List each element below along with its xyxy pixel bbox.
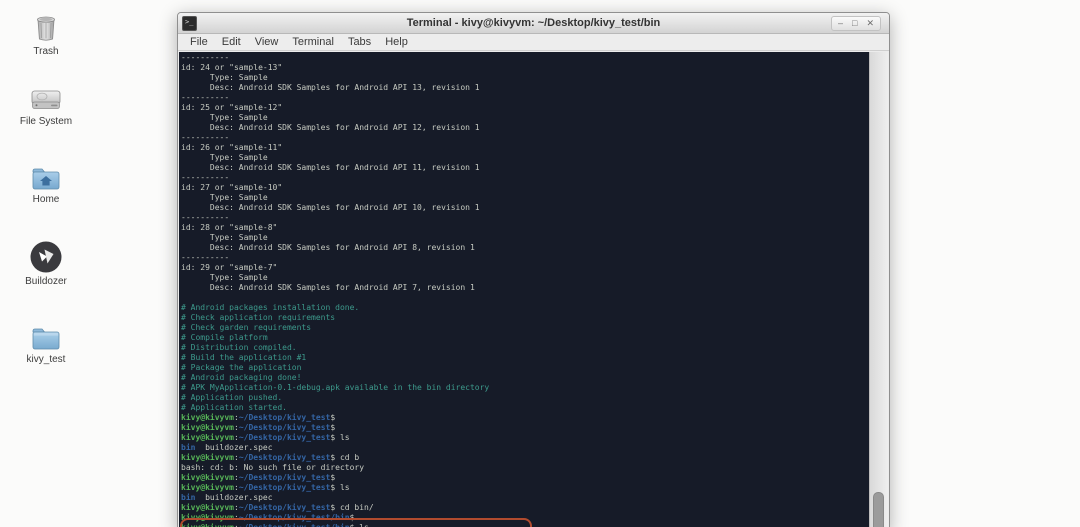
minimize-button[interactable]: – xyxy=(838,18,843,29)
terminal-line: # Application started. xyxy=(181,403,287,412)
terminal-line: ---------- xyxy=(181,93,230,102)
terminal-line: kivy@kivyvm:~/Desktop/kivy_test/bin$ xyxy=(181,513,355,522)
menu-edit[interactable]: Edit xyxy=(215,36,248,48)
terminal-app-icon xyxy=(182,15,197,31)
terminal-line: Desc: Android SDK Samples for Android AP… xyxy=(181,203,480,212)
terminal-line: kivy@kivyvm:~/Desktop/kivy_test$ cd b xyxy=(181,453,360,462)
terminal-line: # Check application requirements xyxy=(181,313,336,322)
scrollbar-thumb[interactable] xyxy=(873,492,884,527)
terminal-line: Desc: Android SDK Samples for Android AP… xyxy=(181,163,480,172)
terminal-line: kivy@kivyvm:~/Desktop/kivy_test/bin$ ls xyxy=(181,523,869,527)
scrollbar[interactable] xyxy=(869,52,888,527)
terminal-line: # Android packages installation done. xyxy=(181,303,360,312)
terminal-line: id: 24 or "sample-13" xyxy=(181,63,283,72)
menu-help[interactable]: Help xyxy=(378,36,415,48)
terminal-line: kivy@kivyvm:~/Desktop/kivy_test$ ls xyxy=(181,483,350,492)
terminal-line: # APK MyApplication-0.1-debug.apk availa… xyxy=(181,383,490,392)
terminal-line: ---------- xyxy=(181,213,230,222)
menu-view[interactable]: View xyxy=(248,36,286,48)
desktop-icon-buildozer[interactable]: Buildozer xyxy=(6,240,86,287)
home-folder-icon xyxy=(32,168,60,190)
terminal-line: # Application pushed. xyxy=(181,393,283,402)
maximize-button[interactable]: □ xyxy=(852,18,857,29)
menu-terminal[interactable]: Terminal xyxy=(285,36,341,48)
terminal-line: id: 26 or "sample-11" xyxy=(181,143,283,152)
desktop-icon-home[interactable]: Home xyxy=(6,164,86,205)
terminal-line: kivy@kivyvm:~/Desktop/kivy_test$ xyxy=(181,423,336,432)
terminal-line: kivy@kivyvm:~/Desktop/kivy_test$ cd bin/ xyxy=(181,503,374,512)
terminal-line: # Build the application #1 xyxy=(181,353,307,362)
menu-tabs[interactable]: Tabs xyxy=(341,36,378,48)
terminal-line: Type: Sample xyxy=(181,193,268,202)
trash-icon xyxy=(36,16,56,41)
terminal-area: ---------- id: 24 or "sample-13" Type: Sa… xyxy=(179,52,888,527)
terminal-line: Desc: Android SDK Samples for Android AP… xyxy=(181,83,480,92)
window-title: Terminal - kivy@kivyvm: ~/Desktop/kivy_t… xyxy=(406,17,661,29)
terminal-line: bash: cd: b: No such file or directory xyxy=(181,463,365,472)
close-button[interactable]: ✕ xyxy=(866,18,874,29)
terminal-line: id: 28 or "sample-8" xyxy=(181,223,278,232)
terminal-line: # Package the application xyxy=(181,363,302,372)
terminal-line: bin buildozer.spec xyxy=(181,493,273,502)
terminal-line: Desc: Android SDK Samples for Android AP… xyxy=(181,283,475,292)
desktop-icon-kivy-test[interactable]: kivy_test xyxy=(6,324,86,365)
terminal-line: # Distribution compiled. xyxy=(181,343,297,352)
folder-icon xyxy=(32,328,60,350)
terminal-line: ---------- xyxy=(181,253,230,262)
terminal-line: ---------- xyxy=(181,53,230,62)
terminal-line: kivy@kivyvm:~/Desktop/kivy_test$ ls xyxy=(181,433,350,442)
terminal-line: ---------- xyxy=(181,173,230,182)
terminal-line: kivy@kivyvm:~/Desktop/kivy_test$ xyxy=(181,473,336,482)
terminal-line: id: 29 or "sample-7" xyxy=(181,263,278,272)
terminal-line: id: 27 or "sample-10" xyxy=(181,183,283,192)
terminal-line: # Android packaging done! xyxy=(181,373,302,382)
harddrive-icon xyxy=(31,90,61,109)
terminal-line: Desc: Android SDK Samples for Android AP… xyxy=(181,123,480,132)
terminal-line: kivy@kivyvm:~/Desktop/kivy_test$ xyxy=(181,413,336,422)
titlebar[interactable]: Terminal - kivy@kivyvm: ~/Desktop/kivy_t… xyxy=(178,13,889,34)
terminal-line: Type: Sample xyxy=(181,273,268,282)
terminal-line: Type: Sample xyxy=(181,73,268,82)
terminal-output[interactable]: ---------- id: 24 or "sample-13" Type: Sa… xyxy=(179,52,869,527)
desktop-icon-label: Buildozer xyxy=(25,276,67,287)
terminal-line: bin buildozer.spec xyxy=(181,443,273,452)
desktop-icon-file-system[interactable]: File System xyxy=(6,84,86,127)
desktop-icon-trash[interactable]: Trash xyxy=(6,12,86,57)
desktop-icon-label: Home xyxy=(32,194,60,205)
terminal-line: Desc: Android SDK Samples for Android AP… xyxy=(181,243,475,252)
menu-file[interactable]: File xyxy=(183,36,215,48)
desktop-icon-label: kivy_test xyxy=(26,354,66,365)
terminal-line: # Compile platform xyxy=(181,333,268,342)
terminal-line: Type: Sample xyxy=(181,113,268,122)
desktop-icon-label: Trash xyxy=(33,46,59,57)
desktop-icon-label: File System xyxy=(19,116,73,127)
terminal-line: # Check garden requirements xyxy=(181,323,312,332)
terminal-line: id: 25 or "sample-12" xyxy=(181,103,283,112)
terminal-line: Type: Sample xyxy=(181,233,268,242)
terminal-line: Type: Sample xyxy=(181,153,268,162)
menubar: File Edit View Terminal Tabs Help xyxy=(178,34,889,51)
buildozer-icon xyxy=(30,241,62,273)
window-controls: – □ ✕ xyxy=(831,15,881,31)
terminal-line: ---------- xyxy=(181,133,230,142)
terminal-window: Terminal - kivy@kivyvm: ~/Desktop/kivy_t… xyxy=(177,12,890,527)
